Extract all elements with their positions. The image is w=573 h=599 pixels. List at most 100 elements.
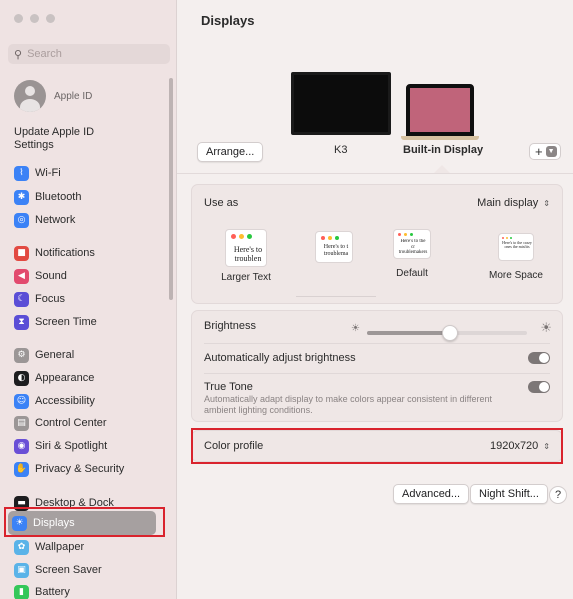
sidebar-item-label: Battery [35, 586, 70, 598]
search-icon: ⚲ [14, 48, 23, 61]
close-window-button[interactable] [14, 14, 23, 23]
sidebar-item-label: Accessibility [35, 395, 95, 407]
sidebar-item-screen-saver[interactable]: ▣ Screen Saver [14, 561, 102, 579]
sidebar-item-label: Network [35, 214, 76, 226]
brightness-slider[interactable] [367, 325, 527, 341]
color-profile-highlight-box [191, 428, 563, 464]
resolution-sample-text: Here's to the cr troublemakers [398, 239, 428, 255]
sidebar-item-label: Screen Time [35, 316, 97, 328]
zoom-window-button[interactable] [46, 14, 55, 23]
page-title: Displays [201, 13, 255, 28]
up-down-chevron-icon: ⇕ [543, 198, 550, 208]
sidebar-item-label: Focus [35, 293, 65, 305]
resolution-sample-text: Here's to troublen [233, 246, 263, 263]
sidebar-item-focus[interactable]: ☾ Focus [14, 290, 65, 308]
night-shift-button[interactable]: Night Shift... [470, 484, 548, 504]
sidebar-item-label: Appearance [35, 372, 95, 384]
hand-icon: ✋ [14, 461, 29, 477]
resolution-option-2[interactable]: Here's to t troublema [310, 231, 358, 263]
resolution-more-space[interactable]: Here's to the crazy ones the misfits Mor… [486, 229, 546, 281]
sun-dim-icon: ☀ [351, 323, 360, 334]
resolution-preview: Here's to the cr troublemakers [393, 229, 431, 259]
internal-display-thumbnail[interactable] [406, 84, 474, 136]
advanced-button[interactable]: Advanced... [393, 484, 470, 504]
sidebar-item-label: Privacy & Security [35, 463, 125, 475]
sidebar-scrollbar[interactable] [169, 78, 173, 300]
brightness-slider-knob[interactable] [442, 325, 459, 341]
help-button[interactable]: ? [549, 486, 567, 504]
sidebar-item-bluetooth[interactable]: ✱ Bluetooth [14, 188, 81, 206]
true-tone-toggle[interactable] [528, 381, 550, 393]
sidebar: ⚲ Apple ID Update Apple ID Settings ⌇ Wi-… [0, 0, 177, 599]
sidebar-item-label: Siri & Spotlight [35, 440, 108, 452]
sidebar-item-control-center[interactable]: ▤ Control Center [14, 414, 107, 432]
plus-icon: + [535, 144, 543, 159]
globe-icon: ◎ [14, 212, 29, 228]
divider [204, 373, 550, 374]
resolution-larger-text[interactable]: Here's to troublen Larger Text [216, 229, 276, 283]
true-tone-description: Automatically adapt display to make colo… [204, 394, 492, 415]
search-input[interactable] [27, 48, 158, 60]
sidebar-item-appearance[interactable]: ◐ Appearance [14, 369, 94, 387]
brightness-card: Brightness ☀ ☀ Automatically adjust brig… [191, 310, 563, 422]
apple-id-label: Apple ID [54, 90, 93, 102]
search-field[interactable]: ⚲ [8, 44, 170, 64]
arrange-button[interactable]: Arrange... [197, 142, 264, 162]
use-as-value: Main display [477, 197, 539, 209]
sidebar-item-general[interactable]: ⚙ General [14, 346, 74, 364]
wifi-icon: ⌇ [14, 165, 29, 181]
add-display-button[interactable]: + ▼ [529, 143, 561, 160]
use-as-select[interactable]: Main display ⇕ [477, 197, 550, 209]
bell-icon: ■ [14, 245, 29, 261]
moon-icon: ☾ [14, 291, 29, 307]
update-apple-id-notice[interactable]: Update Apple ID Settings [14, 126, 114, 152]
sidebar-item-wi-fi[interactable]: ⌇ Wi-Fi [14, 164, 61, 182]
sidebar-item-label: Control Center [35, 417, 107, 429]
main-pane: Displays Arrange... K3 Built-in Display … [177, 0, 573, 599]
sidebar-item-notifications[interactable]: ■ Notifications [14, 244, 95, 262]
resolution-default[interactable]: Here's to the cr troublemakers Default [382, 229, 442, 279]
sidebar-item-battery[interactable]: ▮ Battery [14, 583, 70, 599]
sidebar-item-label: Wi-Fi [35, 167, 61, 179]
appearance-icon: ◐ [14, 370, 29, 386]
window-controls [14, 14, 55, 23]
resolution-label: Default [396, 268, 428, 279]
resolution-label: Larger Text [221, 272, 271, 283]
resolution-sample-text: Here's to the crazy ones the misfits [502, 241, 532, 250]
sidebar-item-label: Wallpaper [35, 541, 85, 553]
avatar [14, 80, 46, 112]
chevron-down-icon: ▼ [545, 146, 557, 157]
true-tone-label: True Tone [204, 381, 253, 393]
battery-icon: ▮ [14, 584, 29, 599]
use-as-label: Use as [204, 197, 239, 209]
resolution-preview: Here's to t troublema [315, 231, 353, 263]
external-display-label[interactable]: K3 [334, 144, 347, 156]
resolution-preview: Here's to the crazy ones the misfits [498, 233, 534, 261]
brightness-slider-fill [367, 331, 451, 335]
sidebar-item-label: General [35, 349, 75, 361]
sidebar-item-label: Bluetooth [35, 191, 82, 203]
brightness-label: Brightness [204, 320, 256, 332]
control-center-icon: ▤ [14, 415, 29, 431]
wallpaper-icon: ✿ [14, 539, 29, 555]
auto-brightness-toggle[interactable] [528, 352, 550, 364]
screen-saver-icon: ▣ [14, 562, 29, 578]
internal-display-label[interactable]: Built-in Display [403, 144, 483, 156]
gear-icon: ⚙ [14, 347, 29, 363]
sidebar-item-label: Notifications [35, 247, 95, 259]
divider [204, 343, 550, 344]
sidebar-item-network[interactable]: ◎ Network [14, 211, 75, 229]
sidebar-item-accessibility[interactable]: ☺ Accessibility [14, 392, 95, 410]
use-as-card: Use as Main display ⇕ Here's to troublen… [191, 184, 563, 304]
sidebar-item-sound[interactable]: ◀ Sound [14, 267, 67, 285]
sidebar-item-siri-spotlight[interactable]: ◉ Siri & Spotlight [14, 437, 107, 455]
laptop-base [401, 136, 479, 140]
apple-id-row[interactable]: Apple ID [14, 80, 92, 112]
minimize-window-button[interactable] [30, 14, 39, 23]
sidebar-item-privacy-security[interactable]: ✋ Privacy & Security [14, 460, 124, 478]
sun-bright-icon: ☀ [540, 321, 552, 336]
sidebar-item-screen-time[interactable]: ⧗ Screen Time [14, 313, 97, 331]
hourglass-icon: ⧗ [14, 314, 29, 330]
external-display-thumbnail[interactable] [291, 72, 391, 135]
sidebar-item-wallpaper[interactable]: ✿ Wallpaper [14, 538, 84, 556]
